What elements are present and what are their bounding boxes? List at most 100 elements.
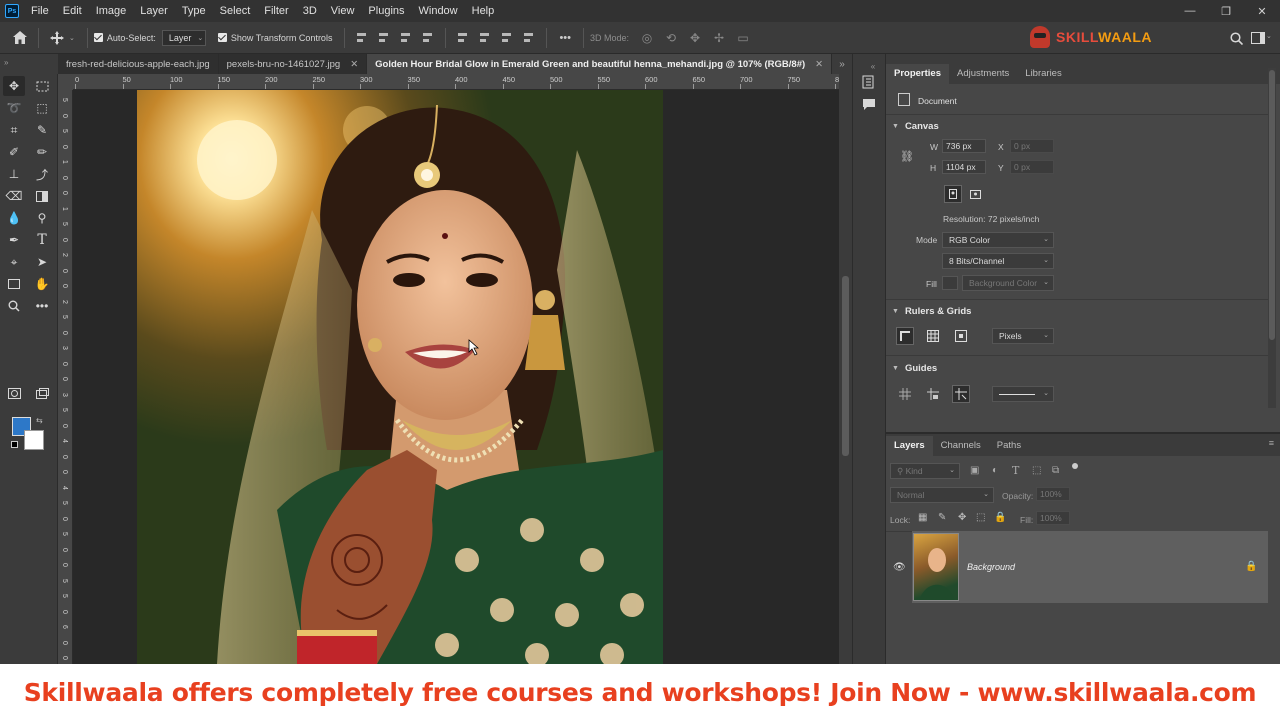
3d-slide-icon[interactable]: ✢: [709, 28, 729, 48]
fill-dropdown[interactable]: Background Color ⌄: [962, 275, 1054, 291]
height-field[interactable]: 1104 px: [942, 160, 986, 174]
align-top-icon[interactable]: [455, 31, 471, 45]
distribute-icon[interactable]: [420, 31, 436, 45]
menu-view[interactable]: View: [324, 0, 362, 22]
ruler-icon[interactable]: [896, 327, 914, 345]
bride-photo[interactable]: [137, 90, 663, 664]
tab-overflow-icon[interactable]: »: [832, 54, 852, 74]
shape-filter-icon[interactable]: ⬚: [1032, 465, 1041, 476]
move-tool-icon[interactable]: [47, 28, 67, 48]
lasso-tool-icon[interactable]: ➰: [3, 98, 25, 118]
smart-guides-icon[interactable]: [952, 385, 970, 403]
tab-adjustments[interactable]: Adjustments: [949, 64, 1017, 84]
align-left-icon[interactable]: [354, 31, 370, 45]
screen-mode-icon[interactable]: [31, 383, 53, 403]
move-tool-icon[interactable]: ✥: [3, 76, 25, 96]
3d-orbit-icon[interactable]: ◎: [637, 28, 657, 48]
units-dropdown[interactable]: Pixels ⌄: [992, 328, 1054, 344]
mode-dropdown[interactable]: RGB Color ⌄: [942, 232, 1054, 248]
direct-select-tool-icon[interactable]: ➤: [31, 252, 53, 272]
3d-roll-icon[interactable]: ⟲: [661, 28, 681, 48]
pixel-grid-icon[interactable]: [952, 327, 970, 345]
marquee-tool-icon[interactable]: [31, 76, 53, 96]
gradient-tool-icon[interactable]: [31, 186, 53, 206]
crop-tool-icon[interactable]: ⌗: [3, 120, 25, 140]
auto-select-checkbox[interactable]: [93, 33, 103, 42]
lock-pixels-icon[interactable]: ✎: [938, 512, 946, 523]
layer-name[interactable]: Background: [967, 562, 1015, 572]
object-select-tool-icon[interactable]: ⬚: [31, 98, 53, 118]
restore-button[interactable]: ❐: [1208, 0, 1244, 22]
smart-object-filter-icon[interactable]: ⧉: [1052, 465, 1059, 476]
tab-layers[interactable]: Layers: [886, 436, 933, 456]
edit-toolbar-icon[interactable]: •••: [31, 296, 53, 316]
tab-channels[interactable]: Channels: [933, 436, 989, 456]
y-field[interactable]: 0 px: [1010, 160, 1054, 174]
filter-kind-dropdown[interactable]: ⚲ Kind ⌄: [890, 463, 960, 479]
distribute-vertical-icon[interactable]: [521, 31, 537, 45]
close-button[interactable]: ✕: [1244, 0, 1280, 22]
canvas-area[interactable]: [73, 90, 839, 664]
x-field[interactable]: 0 px: [1010, 139, 1054, 153]
menu-filter[interactable]: Filter: [257, 0, 295, 22]
more-options-icon[interactable]: •••: [559, 32, 571, 44]
menu-file[interactable]: File: [24, 0, 56, 22]
collapse-icon[interactable]: «: [865, 58, 881, 74]
adjustment-filter-icon[interactable]: ◐: [992, 465, 998, 476]
tab-libraries[interactable]: Libraries: [1017, 64, 1069, 84]
eraser-tool-icon[interactable]: ⌫: [3, 186, 25, 206]
filter-toggle-icon[interactable]: [1072, 463, 1078, 469]
collapse-icon[interactable]: »: [4, 58, 8, 67]
type-filter-icon[interactable]: T: [1012, 464, 1019, 477]
rectangle-tool-icon[interactable]: [3, 274, 25, 294]
swap-colors-icon[interactable]: ⇆: [36, 416, 43, 425]
guide-style-dropdown[interactable]: ⌄: [992, 386, 1054, 402]
search-icon[interactable]: [1226, 28, 1246, 48]
lock-artboard-icon[interactable]: ⬚: [976, 512, 985, 523]
close-icon[interactable]: ✕: [815, 59, 823, 70]
auto-select-dropdown[interactable]: Layer ⌄: [161, 29, 206, 46]
grid-icon[interactable]: [924, 327, 942, 345]
fill-swatch[interactable]: [942, 276, 958, 290]
lock-all-icon[interactable]: 🔒: [994, 512, 1006, 523]
home-icon[interactable]: [10, 28, 30, 48]
portrait-orientation-icon[interactable]: [944, 185, 962, 203]
align-center-icon[interactable]: [376, 31, 392, 45]
chevron-down-icon[interactable]: ⌄: [1266, 32, 1272, 40]
close-icon[interactable]: ✕: [350, 59, 358, 70]
background-color-swatch[interactable]: [24, 430, 44, 450]
align-right-icon[interactable]: [398, 31, 414, 45]
lock-guides-icon[interactable]: [924, 385, 942, 403]
brush-tool-icon[interactable]: ✏: [31, 142, 53, 162]
chevron-down-icon[interactable]: ⌄: [69, 34, 75, 42]
opacity-field[interactable]: 100%: [1036, 487, 1070, 501]
tab-properties[interactable]: Properties: [886, 64, 949, 84]
pen-tool-icon[interactable]: ✒: [3, 230, 25, 250]
path-select-tool-icon[interactable]: ⌖: [3, 252, 25, 272]
minimize-button[interactable]: —: [1172, 0, 1208, 22]
layer-thumbnail[interactable]: [913, 533, 959, 601]
lock-position-icon[interactable]: ✥: [958, 512, 966, 523]
menu-edit[interactable]: Edit: [56, 0, 89, 22]
bit-depth-dropdown[interactable]: 8 Bits/Channel ⌄: [942, 253, 1054, 269]
3d-camera-icon[interactable]: ▭: [733, 28, 753, 48]
hand-tool-icon[interactable]: ✋: [31, 274, 53, 294]
menu-window[interactable]: Window: [412, 0, 465, 22]
image-filter-icon[interactable]: ▣: [970, 465, 979, 476]
show-transform-checkbox[interactable]: [217, 33, 227, 42]
photoshop-logo-icon[interactable]: Ps: [5, 4, 19, 18]
width-field[interactable]: 736 px: [942, 139, 986, 153]
menu-select[interactable]: Select: [213, 0, 258, 22]
lock-transparent-icon[interactable]: ▦: [918, 512, 927, 523]
guides-section-header[interactable]: ▼ Guides: [892, 363, 937, 374]
canvas-section-header[interactable]: ▼ Canvas: [892, 121, 939, 132]
default-colors-icon[interactable]: [11, 441, 18, 448]
history-panel-icon[interactable]: [861, 74, 877, 90]
guides-icon[interactable]: [896, 385, 914, 403]
spot-healing-tool-icon[interactable]: ✐: [3, 142, 25, 162]
properties-scroll-thumb[interactable]: [1269, 70, 1275, 340]
tab-pexels[interactable]: pexels-bru-no-1461027.jpg ✕: [218, 54, 368, 74]
tab-apple[interactable]: fresh-red-delicious-apple-each.jpg: [58, 54, 219, 74]
canvas-scroll-thumb[interactable]: [842, 276, 849, 456]
quick-mask-icon[interactable]: [3, 383, 25, 403]
